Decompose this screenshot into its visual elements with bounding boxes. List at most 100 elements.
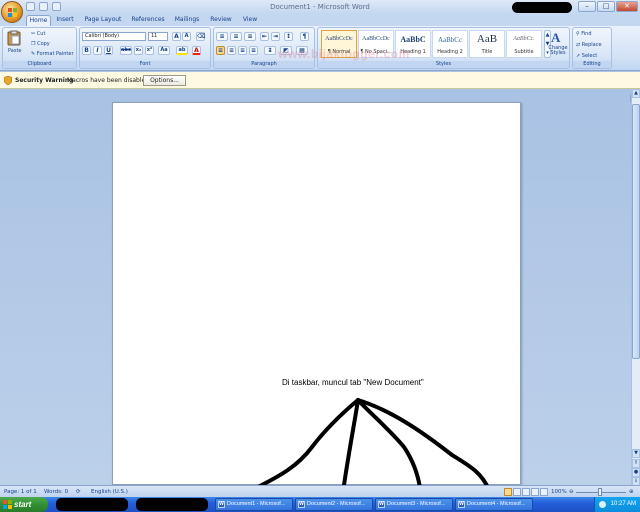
grow-font-button[interactable]: A [172,32,181,41]
style-heading-2[interactable]: AaBbCc Heading 2 [432,30,468,58]
superscript-button[interactable]: x² [145,46,154,55]
status-bar: Page: 1 of 1 Words: 0 ⟳ English (U.S.) 1… [0,485,640,497]
security-warning-title: Security Warning [15,77,74,84]
font-label: Font [80,61,210,68]
shield-icon [4,76,12,85]
start-button[interactable]: start [0,497,48,512]
increase-indent-icon[interactable]: ⇥ [271,32,280,41]
zoom-out-icon[interactable]: ⊖ [569,489,574,495]
ribbon-tabs: Home Insert Page Layout References Maili… [0,14,640,26]
paste-button[interactable]: Paste [8,48,22,54]
font-size-select[interactable]: 11 [148,32,168,41]
word-icon: W [458,501,465,508]
style-subtitle[interactable]: AaBbCc. Subtitle [506,30,542,58]
decrease-indent-icon[interactable]: ⇤ [260,32,269,41]
minimize-button[interactable]: – [578,1,596,12]
show-marks-button[interactable]: ¶ [300,32,309,41]
format-painter-button[interactable]: ✎ Format Painter [31,51,74,57]
tray-icon[interactable] [599,501,606,508]
align-center-icon[interactable]: ≡ [227,46,236,55]
windows-flag-icon [3,500,12,509]
taskbar: start W Document1 - Microsof... W Document… [0,497,640,512]
shrink-font-button[interactable]: A [182,32,191,41]
proofing-icon[interactable]: ⟳ [76,489,81,495]
redacted-area [136,498,208,511]
tab-mailings[interactable]: Mailings [170,15,204,26]
bold-button[interactable]: B [82,46,91,55]
word-icon: W [378,501,385,508]
language-indicator[interactable]: English (U.S.) [91,489,128,495]
font-name-select[interactable]: Calibri (Body) [82,32,146,41]
select-button[interactable]: ➚ Select [576,53,597,59]
paste-icon[interactable] [7,30,21,46]
paragraph-label: Paragraph [214,61,314,68]
full-screen-reading-icon[interactable] [513,488,521,496]
line-spacing-icon[interactable]: ↨ [264,46,276,55]
copy-button[interactable]: ❐ Copy [31,41,50,47]
sort-icon[interactable]: ↕ [284,32,293,41]
subscript-button[interactable]: x₂ [134,46,143,55]
taskbar-item-document3[interactable]: W Document3 - Microsof... [375,498,453,511]
numbering-icon[interactable]: ≡ [230,32,242,41]
web-layout-icon[interactable] [522,488,530,496]
outline-icon[interactable] [531,488,539,496]
scroll-down-icon[interactable]: ▼ [632,449,640,458]
word-count[interactable]: Words: 0 [44,489,68,495]
system-tray: 10:27 AM [594,497,640,512]
window-controls: – □ ✕ [578,1,638,12]
print-layout-icon[interactable] [504,488,512,496]
clipboard-group: Paste ✂ Cut ❐ Copy ✎ Format Painter Clip… [2,27,77,69]
editing-group: ⚲ Find ⇄ Replace ➚ Select Editing [572,27,612,69]
browse-object-icon[interactable]: ● [632,468,640,477]
editing-label: Editing [573,61,611,68]
document-page[interactable] [112,102,521,485]
multilevel-list-icon[interactable]: ≡ [244,32,256,41]
font-group: Calibri (Body) 11 A A ⌫ B I U abc x₂ x² … [79,27,211,69]
bullets-icon[interactable]: ≡ [216,32,228,41]
font-color-button[interactable]: A [192,46,201,55]
zoom-slider-thumb[interactable] [598,488,602,496]
close-button[interactable]: ✕ [616,1,638,12]
word-icon: W [218,501,225,508]
taskbar-item-document1[interactable]: W Document1 - Microsof... [215,498,293,511]
maximize-button[interactable]: □ [597,1,615,12]
scroll-thumb[interactable] [632,104,640,359]
find-button[interactable]: ⚲ Find [576,31,592,37]
start-label: start [14,500,32,509]
strikethrough-button[interactable]: abc [120,46,132,55]
align-left-icon[interactable]: ≡ [216,46,225,55]
svg-text:A: A [551,30,561,44]
highlight-button[interactable]: ab [176,46,188,55]
zoom-in-icon[interactable]: ⊕ [629,489,634,495]
office-button[interactable] [1,1,23,23]
clear-format-icon[interactable]: ⌫ [196,32,205,41]
taskbar-item-document4[interactable]: W Document4 - Microsof... [455,498,533,511]
tab-review[interactable]: Review [206,15,236,26]
tab-insert[interactable]: Insert [52,15,78,26]
annotation-text: Di taskbar, muncul tab "New Document" [282,378,424,387]
tab-references[interactable]: References [128,15,168,26]
justify-icon[interactable]: ≡ [249,46,258,55]
previous-page-icon[interactable]: ⇑ [632,459,640,468]
change-case-button[interactable]: Aa [158,46,170,55]
scroll-up-icon[interactable]: ▲ [632,89,640,98]
clock: 10:27 AM [610,501,636,507]
align-right-icon[interactable]: ≡ [238,46,247,55]
tab-home[interactable]: Home [26,15,51,26]
security-warning-bar: Security Warning Macros have been disabl… [0,72,640,89]
zoom-level[interactable]: 100% [551,489,567,495]
vertical-scrollbar[interactable]: ▲ ▼ ⇑ ● ⇓ [631,89,640,486]
italic-button[interactable]: I [93,46,102,55]
taskbar-item-document2[interactable]: W Document2 - Microsof... [295,498,373,511]
tab-view[interactable]: View [238,15,262,26]
draft-icon[interactable] [540,488,548,496]
change-styles-icon[interactable]: A [550,30,566,44]
page-count[interactable]: Page: 1 of 1 [4,489,37,495]
style-title[interactable]: AaB Title [469,30,505,58]
tab-page-layout[interactable]: Page Layout [80,15,126,26]
replace-button[interactable]: ⇄ Replace [576,42,602,48]
underline-button[interactable]: U [104,46,113,55]
options-button[interactable]: Options... [143,75,186,86]
change-styles-button[interactable]: Change Styles [547,46,569,56]
cut-button[interactable]: ✂ Cut [31,31,45,37]
